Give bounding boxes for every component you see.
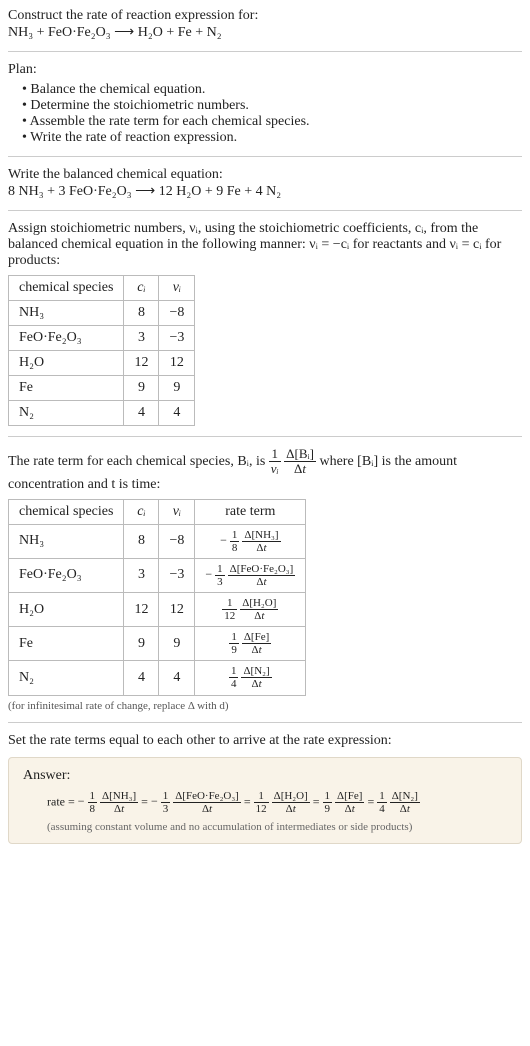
cell-ci: 9 (124, 376, 159, 401)
col-ci: cᵢ (124, 276, 159, 301)
plan-item: Assemble the rate term for each chemical… (22, 114, 522, 130)
table-row: NH₃ 8 −8 (9, 301, 195, 326)
cell-species: FeO·Fe₂O₃ (9, 326, 124, 351)
balanced-title: Write the balanced chemical equation: (8, 167, 522, 183)
generic-coef-frac: 1 νᵢ (269, 447, 281, 477)
cell-vi: 4 (159, 401, 195, 426)
table-row: H₂O 12 12 112 Δ[H₂O]Δt (9, 592, 306, 626)
table-row: H₂O 12 12 (9, 351, 195, 376)
answer-note: (assuming constant volume and no accumul… (47, 821, 507, 833)
delta-frac: Δ[Fe]Δt (242, 631, 271, 656)
cell-vi: 4 (159, 661, 195, 695)
coef-frac: 18 (230, 529, 240, 554)
col-ci: cᵢ (124, 499, 159, 524)
balanced-equation: 8 NH₃ + 3 FeO·Fe₂O₃ ⟶ 12 H₂O + 9 Fe + 4 … (8, 183, 522, 200)
delta-note: (for infinitesimal rate of change, repla… (8, 700, 522, 712)
col-species: chemical species (9, 499, 124, 524)
delta-frac: Δ[N₂]Δt (241, 665, 271, 690)
answer-equation: rate = − 18 Δ[NH₃]Δt = − 13 Δ[FeO·Fe₂O₃]… (47, 790, 507, 815)
divider (8, 51, 522, 52)
col-species: chemical species (9, 276, 124, 301)
plan-item: Balance the chemical equation. (22, 82, 522, 98)
table-row: FeO·Fe₂O₃ 3 −3 − 13 Δ[FeO·Fe₂O₃]Δt (9, 558, 306, 592)
stoich-table: chemical species cᵢ νᵢ NH₃ 8 −8 FeO·Fe₂O… (8, 275, 195, 426)
cell-ci: 8 (124, 301, 159, 326)
unbalanced-equation: NH₃ + FeO·Fe₂O₃ ⟶ H₂O + Fe + N₂ (8, 24, 522, 41)
cell-vi: 12 (159, 592, 195, 626)
cell-species: NH₃ (9, 301, 124, 326)
divider (8, 436, 522, 437)
intro-text: The rate term for each chemical species,… (8, 454, 269, 469)
cell-ci: 12 (124, 351, 159, 376)
table-row: N₂ 4 4 (9, 401, 195, 426)
cell-ci: 9 (124, 627, 159, 661)
cell-rate: − 18 Δ[NH₃]Δt (195, 524, 306, 558)
construct-label: Construct the rate of reaction expressio… (8, 8, 522, 24)
table-row: N₂ 4 4 14 Δ[N₂]Δt (9, 661, 306, 695)
table-row: Fe 9 9 (9, 376, 195, 401)
rate-term-intro: The rate term for each chemical species,… (8, 447, 522, 493)
cell-species: N₂ (9, 661, 124, 695)
cell-species: N₂ (9, 401, 124, 426)
cell-vi: −3 (159, 558, 195, 592)
cell-ci: 3 (124, 558, 159, 592)
cell-species: H₂O (9, 592, 124, 626)
cell-vi: 9 (159, 376, 195, 401)
delta-frac: Δ[FeO·Fe₂O₃]Δt (228, 563, 296, 588)
cell-ci: 3 (124, 326, 159, 351)
cell-species: NH₃ (9, 524, 124, 558)
cell-ci: 4 (124, 401, 159, 426)
cell-ci: 12 (124, 592, 159, 626)
table-row: NH₃ 8 −8 − 18 Δ[NH₃]Δt (9, 524, 306, 558)
delta-frac: Δ[NH₃]Δt (242, 529, 280, 554)
plan-section: Plan: Balance the chemical equation. Det… (8, 62, 522, 146)
cell-ci: 8 (124, 524, 159, 558)
stoich-intro: Assign stoichiometric numbers, νᵢ, using… (8, 221, 522, 269)
coef-frac: 13 (215, 563, 225, 588)
final-section: Set the rate terms equal to each other t… (8, 733, 522, 844)
answer-label: Answer: (23, 768, 507, 784)
stoich-section: Assign stoichiometric numbers, νᵢ, using… (8, 221, 522, 426)
cell-rate: 14 Δ[N₂]Δt (195, 661, 306, 695)
rate-term-section: The rate term for each chemical species,… (8, 447, 522, 712)
col-vi: νᵢ (159, 276, 195, 301)
plan-list: Balance the chemical equation. Determine… (8, 82, 522, 146)
cell-ci: 4 (124, 661, 159, 695)
cell-rate: 112 Δ[H₂O]Δt (195, 592, 306, 626)
cell-species: H₂O (9, 351, 124, 376)
cell-species: Fe (9, 376, 124, 401)
cell-rate: − 13 Δ[FeO·Fe₂O₃]Δt (195, 558, 306, 592)
table-row: FeO·Fe₂O₃ 3 −3 (9, 326, 195, 351)
coef-frac: 14 (229, 665, 239, 690)
coef-frac: 19 (229, 631, 239, 656)
cell-vi: −8 (159, 301, 195, 326)
balanced-section: Write the balanced chemical equation: 8 … (8, 167, 522, 200)
divider (8, 210, 522, 211)
cell-species: FeO·Fe₂O₃ (9, 558, 124, 592)
col-vi: νᵢ (159, 499, 195, 524)
table-header-row: chemical species cᵢ νᵢ rate term (9, 499, 306, 524)
col-rate: rate term (195, 499, 306, 524)
divider (8, 722, 522, 723)
delta-frac: Δ[H₂O]Δt (240, 597, 278, 622)
final-intro: Set the rate terms equal to each other t… (8, 733, 522, 749)
table-header-row: chemical species cᵢ νᵢ (9, 276, 195, 301)
problem-header: Construct the rate of reaction expressio… (8, 8, 522, 41)
cell-vi: 12 (159, 351, 195, 376)
generic-delta-frac: Δ[Bᵢ] Δt (284, 447, 316, 477)
cell-vi: 9 (159, 627, 195, 661)
plan-title: Plan: (8, 62, 522, 78)
table-row: Fe 9 9 19 Δ[Fe]Δt (9, 627, 306, 661)
rate-term-table: chemical species cᵢ νᵢ rate term NH₃ 8 −… (8, 499, 306, 696)
plan-item: Write the rate of reaction expression. (22, 130, 522, 146)
divider (8, 156, 522, 157)
cell-vi: −3 (159, 326, 195, 351)
cell-vi: −8 (159, 524, 195, 558)
cell-species: Fe (9, 627, 124, 661)
coef-frac: 112 (222, 597, 237, 622)
rate-prefix: rate = (47, 794, 78, 808)
cell-rate: 19 Δ[Fe]Δt (195, 627, 306, 661)
answer-box: Answer: rate = − 18 Δ[NH₃]Δt = − 13 Δ[Fe… (8, 757, 522, 844)
plan-item: Determine the stoichiometric numbers. (22, 98, 522, 114)
